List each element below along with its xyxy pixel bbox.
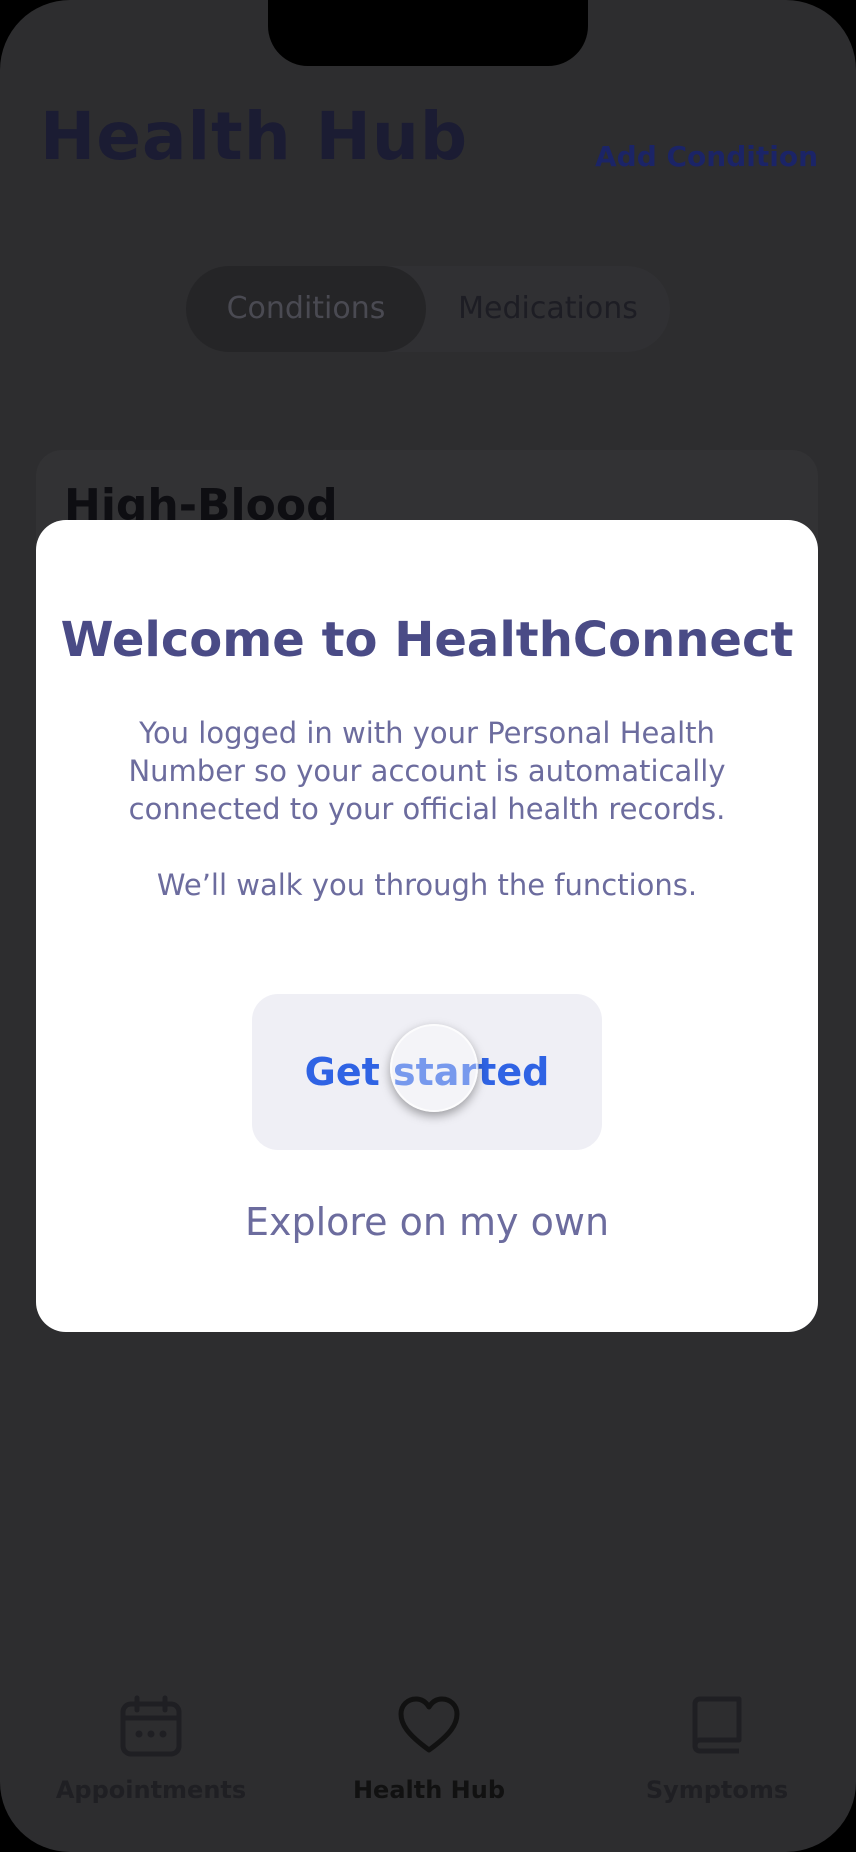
phone-screen: Health Hub Add Condition Conditions Medi… (0, 0, 856, 1852)
device-notch (268, 0, 588, 66)
add-condition-button[interactable]: Add Condition (595, 140, 818, 173)
modal-title: Welcome to HealthConnect (60, 612, 794, 668)
tab-medications[interactable]: Medications (426, 266, 670, 352)
tab-symptoms[interactable]: Symptoms (574, 1680, 856, 1804)
tab-label: Appointments (55, 1776, 247, 1804)
tab-label: Health Hub (352, 1776, 506, 1804)
touch-indicator (390, 1024, 478, 1112)
welcome-modal: Welcome to HealthConnect You logged in w… (36, 520, 818, 1332)
book-icon (692, 1696, 742, 1754)
heart-icon (398, 1696, 460, 1753)
tab-label: Symptoms (645, 1776, 789, 1804)
tab-health-hub[interactable]: Health Hub (286, 1680, 572, 1804)
modal-walkthrough-note: We’ll walk you through the functions. (156, 868, 698, 902)
explore-on-my-own-link[interactable]: Explore on my own (36, 1200, 818, 1244)
page-title: Health Hub (40, 98, 469, 175)
bottom-tab-bar: Appointments Health Hub Symptoms (0, 1680, 856, 1852)
segmented-control: Conditions Medications (186, 266, 670, 352)
tab-conditions[interactable]: Conditions (186, 266, 426, 352)
calendar-icon (120, 1695, 182, 1757)
tab-appointments[interactable]: Appointments (8, 1680, 294, 1804)
modal-description: You logged in with your Personal Health … (128, 716, 726, 826)
